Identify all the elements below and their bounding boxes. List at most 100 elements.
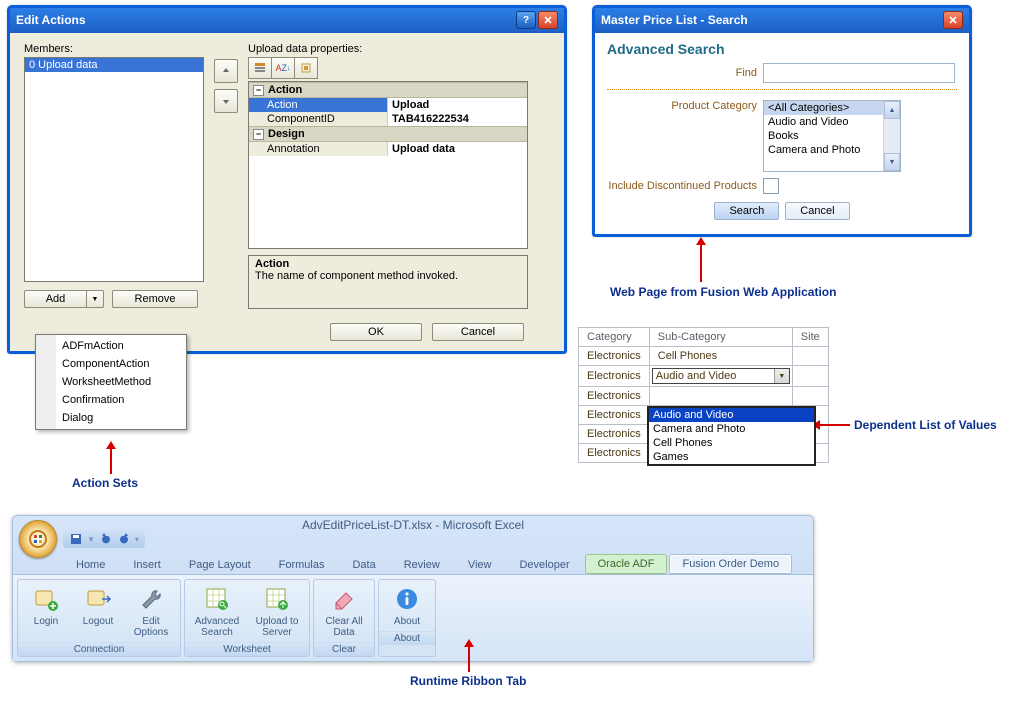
advanced-search-heading: Advanced Search — [607, 41, 957, 57]
cancel-button[interactable]: Cancel — [785, 202, 849, 220]
tab-formulas[interactable]: Formulas — [266, 555, 338, 574]
discontinued-checkbox[interactable] — [763, 178, 779, 194]
prop-comp-key[interactable]: ComponentID — [249, 112, 388, 126]
prop-settings-button[interactable] — [295, 57, 318, 79]
edit-options-button[interactable]: Edit Options — [124, 582, 178, 640]
prop-comp-val[interactable]: TAB416222534 — [388, 112, 527, 126]
edit-actions-titlebar[interactable]: Edit Actions ? — [10, 8, 564, 33]
tab-page-layout[interactable]: Page Layout — [176, 555, 264, 574]
help-button[interactable]: ? — [516, 11, 536, 29]
search-sheet-icon — [202, 584, 232, 614]
add-button-arrow[interactable]: ▼ — [86, 290, 104, 308]
move-down-button[interactable] — [214, 89, 238, 113]
desc-title: Action — [255, 258, 521, 270]
members-item-selected[interactable]: 0 Upload data — [25, 58, 203, 72]
login-icon — [31, 584, 61, 614]
list-item[interactable]: <All Categories> — [764, 101, 900, 115]
group-action[interactable]: − Action — [249, 82, 527, 98]
arrow-ribbon — [468, 646, 470, 672]
cell[interactable]: Electronics — [579, 406, 650, 425]
upload-to-server-button[interactable]: Upload to Server — [247, 582, 307, 640]
advanced-search-button[interactable]: Advanced Search — [187, 582, 247, 640]
members-listbox[interactable]: 0 Upload data — [24, 57, 204, 282]
cell[interactable]: Electronics — [579, 347, 650, 366]
menu-item-dialog[interactable]: Dialog — [36, 409, 186, 427]
cell[interactable]: Electronics — [579, 425, 650, 444]
cell[interactable] — [792, 387, 828, 406]
redo-icon[interactable] — [117, 532, 131, 546]
cell-dd[interactable]: Audio and Video ▼ — [649, 366, 792, 387]
logout-button[interactable]: Logout — [72, 582, 124, 640]
menu-item-worksheetmethod[interactable]: WorksheetMethod — [36, 373, 186, 391]
prop-anno-val[interactable]: Upload data — [388, 142, 527, 156]
undo-icon[interactable] — [99, 532, 113, 546]
clear-all-button[interactable]: Clear All Data — [316, 582, 372, 640]
group-design[interactable]: − Design — [249, 126, 527, 142]
scrollbar[interactable]: ▲ ▼ — [883, 101, 900, 171]
collapse-icon[interactable]: − — [253, 129, 264, 140]
group-label-about: About — [379, 631, 435, 645]
prop-action-val[interactable]: Upload — [388, 98, 527, 112]
cell[interactable]: Electronics — [579, 366, 650, 387]
close-button[interactable] — [943, 11, 963, 29]
list-item[interactable]: Camera and Photo — [764, 143, 900, 157]
menu-item-componentaction[interactable]: ComponentAction — [36, 355, 186, 373]
tab-data[interactable]: Data — [339, 555, 388, 574]
list-item[interactable]: Audio and Video — [764, 115, 900, 129]
qat-customize-icon[interactable]: ▾ — [135, 535, 139, 544]
tab-fusion-order-demo[interactable]: Fusion Order Demo — [669, 554, 792, 574]
scroll-up-button[interactable]: ▲ — [884, 101, 900, 119]
add-button[interactable]: Add ▼ — [24, 290, 104, 308]
dd-item[interactable]: Games — [649, 450, 814, 464]
upload-props-label: Upload data properties: — [248, 43, 528, 55]
cell[interactable] — [649, 387, 792, 406]
tab-developer[interactable]: Developer — [506, 555, 582, 574]
about-button[interactable]: About — [381, 582, 433, 629]
tab-oracle-adf[interactable]: Oracle ADF — [585, 554, 668, 574]
caption-ribbon: Runtime Ribbon Tab — [410, 674, 526, 688]
login-button[interactable]: Login — [20, 582, 72, 640]
tab-review[interactable]: Review — [391, 555, 453, 574]
scroll-down-button[interactable]: ▼ — [884, 153, 900, 171]
save-icon[interactable] — [69, 532, 83, 546]
add-button-label[interactable]: Add — [24, 290, 86, 308]
search-title: Master Price List - Search — [601, 13, 748, 27]
group-label-worksheet: Worksheet — [185, 642, 309, 656]
eraser-icon — [329, 584, 359, 614]
search-titlebar[interactable]: Master Price List - Search — [595, 8, 969, 33]
list-item[interactable]: Books — [764, 129, 900, 143]
collapse-icon[interactable]: − — [253, 85, 264, 96]
dd-item[interactable]: Cell Phones — [649, 436, 814, 450]
ok-button[interactable]: OK — [330, 323, 422, 341]
chevron-down-icon[interactable]: ▼ — [774, 369, 789, 383]
move-up-button[interactable] — [214, 59, 238, 83]
category-listbox[interactable]: <All Categories> Audio and Video Books C… — [763, 100, 901, 172]
cell[interactable]: Electronics — [579, 387, 650, 406]
find-input[interactable] — [763, 63, 955, 83]
cell[interactable]: Electronics — [579, 444, 650, 463]
categorized-button[interactable] — [248, 57, 272, 79]
subcategory-dropdown[interactable]: Audio and Video ▼ — [652, 368, 790, 384]
dd-item[interactable]: Audio and Video — [649, 408, 814, 422]
tab-view[interactable]: View — [455, 555, 505, 574]
cell[interactable] — [792, 347, 828, 366]
cell[interactable] — [792, 366, 828, 387]
arrow-action-sets — [110, 448, 112, 474]
property-grid[interactable]: − Action Action Upload ComponentID TAB41… — [248, 81, 528, 249]
search-button[interactable]: Search — [714, 202, 779, 220]
alphabetical-button[interactable]: AZ↓ — [272, 57, 295, 79]
prop-action-key[interactable]: Action — [249, 98, 388, 112]
upload-sheet-icon — [262, 584, 292, 614]
menu-item-confirmation[interactable]: Confirmation — [36, 391, 186, 409]
remove-button[interactable]: Remove — [112, 290, 198, 308]
qat-arrow-icon[interactable]: ▼ — [87, 535, 95, 544]
caption-action-sets: Action Sets — [72, 476, 138, 490]
cell[interactable]: Cell Phones — [649, 347, 792, 366]
info-icon — [392, 584, 422, 614]
office-button[interactable] — [19, 520, 57, 558]
close-button[interactable] — [538, 11, 558, 29]
prop-anno-key[interactable]: Annotation — [249, 142, 388, 156]
menu-item-adfmaction[interactable]: ADFmAction — [36, 337, 186, 355]
cancel-button[interactable]: Cancel — [432, 323, 524, 341]
dd-item[interactable]: Camera and Photo — [649, 422, 814, 436]
